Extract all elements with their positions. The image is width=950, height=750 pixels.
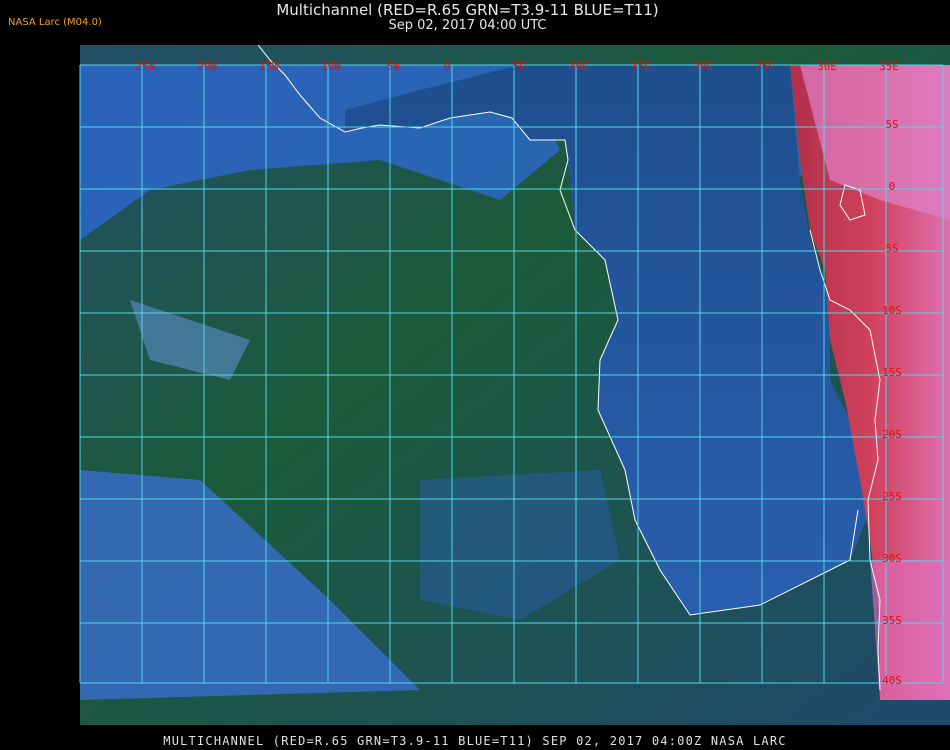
latitude-label: 25S <box>882 490 902 503</box>
latitude-label: 15S <box>882 366 902 379</box>
longitude-label: 5E <box>512 60 525 73</box>
longitude-label: 10E <box>569 60 589 73</box>
latitude-label: 10S <box>882 304 902 317</box>
longitude-label: 20W <box>197 60 217 73</box>
longitude-label: 15W <box>259 60 279 73</box>
latitude-label: 30S <box>882 552 902 565</box>
timestamp-subtitle: Sep 02, 2017 04:00 UTC <box>388 18 547 33</box>
latitude-label: 5S <box>885 242 898 255</box>
satellite-map: 25W 20W 15W 10W 5W 0 5E 10E 15E 20E 25E 30E 35E 5S 0 5… <box>79 45 950 725</box>
longitude-label: 25E <box>755 60 775 73</box>
latitude-label: 0 <box>889 180 896 193</box>
longitude-label: 35E <box>879 60 899 73</box>
footer-caption: MULTICHANNEL (RED=R.65 GRN=T3.9-11 BLUE=… <box>163 734 787 748</box>
longitude-label: 5W <box>386 60 400 73</box>
latitude-label: 35S <box>882 614 902 627</box>
latitude-label: 20S <box>882 428 902 441</box>
latitude-label: 40S <box>882 674 902 687</box>
longitude-label: 25W <box>135 60 155 73</box>
page-title: Multichannel (RED=R.65 GRN=T3.9-11 BLUE=… <box>276 1 659 19</box>
longitude-label: 20E <box>693 60 713 73</box>
longitude-label: 0 <box>444 60 451 73</box>
longitude-label: 10W <box>321 60 341 73</box>
longitude-label: 15E <box>631 60 651 73</box>
longitude-label: 30E <box>817 60 837 73</box>
latitude-label: 5S <box>885 118 898 131</box>
